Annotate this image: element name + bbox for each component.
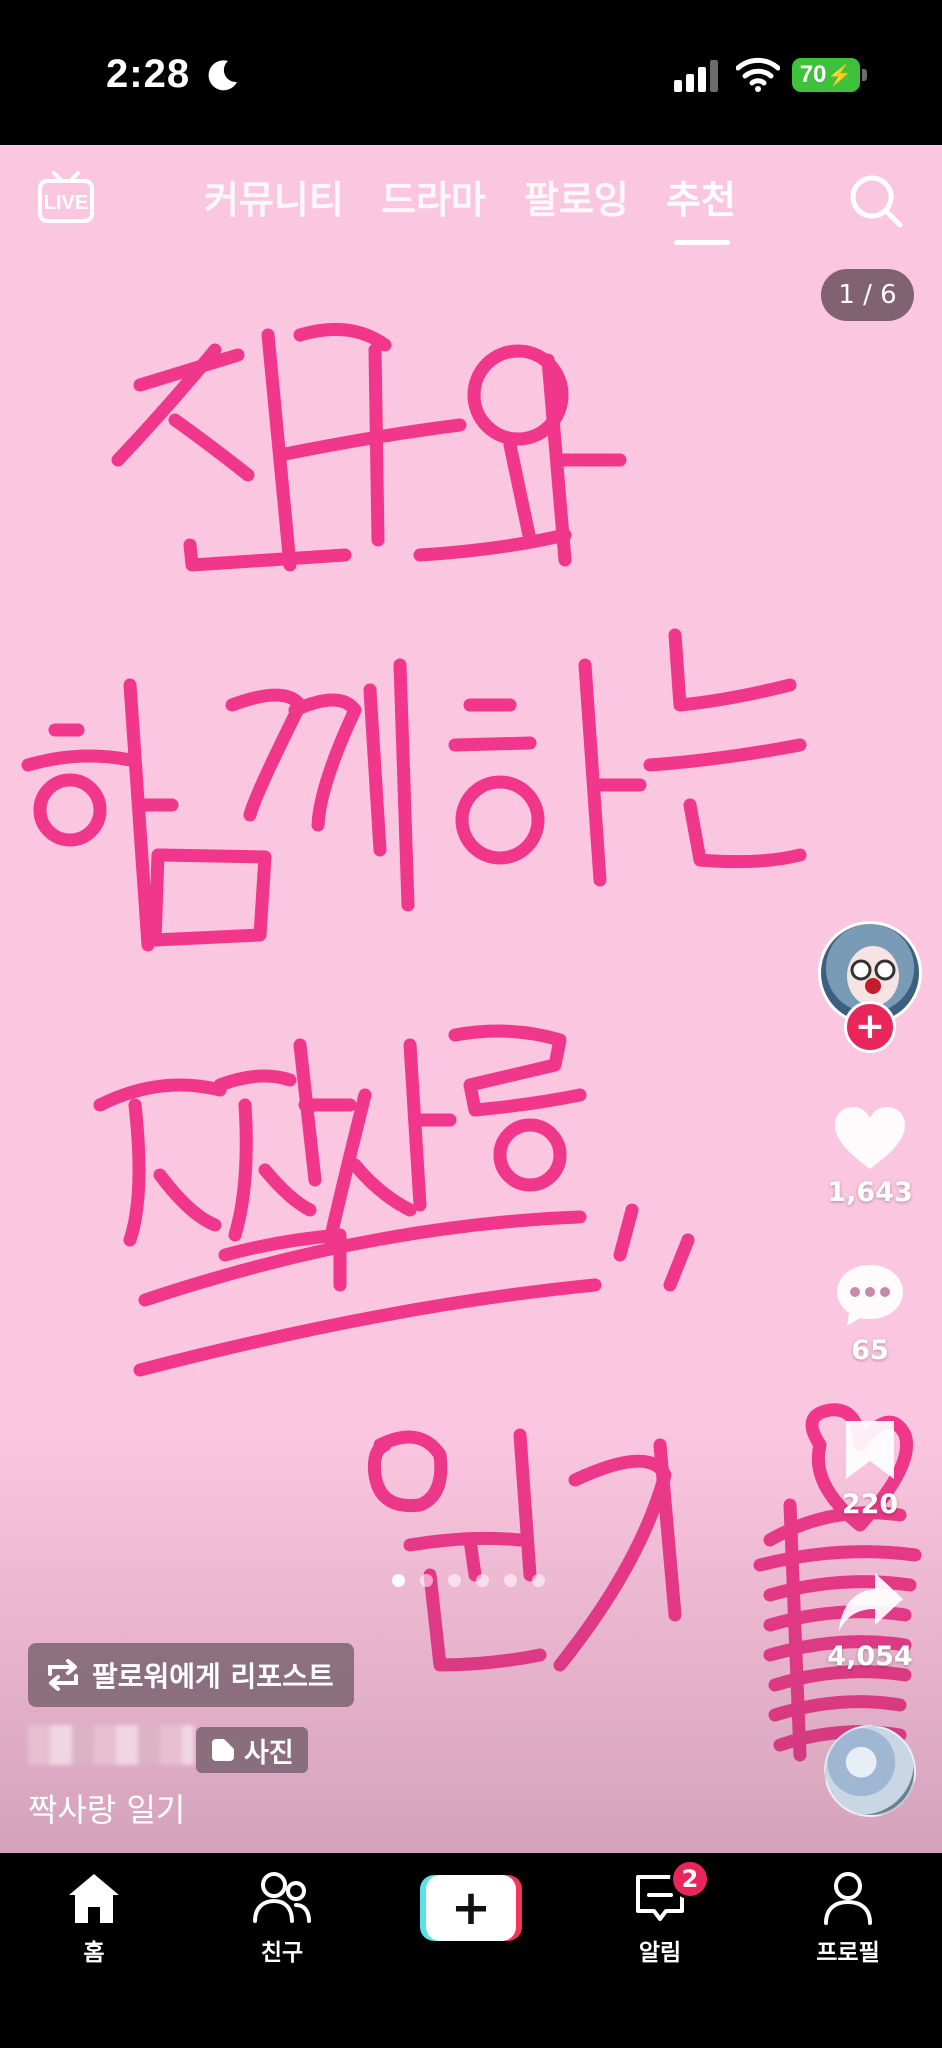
action-sidebar: + 1,643 65 220 4,054 bbox=[810, 145, 930, 1853]
create-post-button[interactable]: + bbox=[420, 1875, 522, 1941]
moon-icon bbox=[208, 60, 237, 91]
photo-post-view[interactable]: LIVE 커뮤니티 드라마 팔로잉 추천 1 / 6 + 1,643 65 22… bbox=[0, 145, 942, 1853]
battery-tip bbox=[862, 69, 867, 81]
like-count: 1,643 bbox=[827, 1177, 913, 1208]
repost-to-followers-button[interactable]: 팔로워에게 리포스트 bbox=[28, 1643, 354, 1707]
share-arrow-icon bbox=[839, 1573, 903, 1631]
plus-icon: + bbox=[426, 1875, 516, 1941]
photo-icon bbox=[212, 1739, 234, 1761]
nav-home-label: 홈 bbox=[83, 1940, 105, 1966]
comment-bubble-icon bbox=[837, 1265, 903, 1326]
share-count: 4,054 bbox=[827, 1641, 913, 1672]
photo-mode-badge: 사진 bbox=[196, 1727, 308, 1773]
top-nav: LIVE 커뮤니티 드라마 팔로잉 추천 bbox=[0, 145, 942, 255]
status-bar: 2:28 70 ⚡ bbox=[0, 0, 942, 145]
battery-indicator: 70 ⚡ bbox=[792, 58, 860, 92]
nav-friends-label: 친구 bbox=[260, 1940, 304, 1966]
nav-friends[interactable]: 친구 bbox=[222, 1871, 342, 1967]
tab-drama[interactable]: 드라마 bbox=[381, 169, 486, 224]
charging-bolt-icon: ⚡ bbox=[827, 64, 853, 87]
photo-badge-label: 사진 bbox=[244, 1737, 294, 1769]
profile-icon bbox=[824, 1872, 872, 1925]
heart-icon bbox=[835, 1107, 905, 1169]
nav-home[interactable]: 홈 bbox=[34, 1871, 154, 1967]
wifi-icon bbox=[736, 57, 780, 92]
nav-inbox-label: 알림 bbox=[638, 1940, 682, 1966]
follow-button[interactable]: + bbox=[844, 1001, 896, 1053]
photo-carousel-dots bbox=[392, 1574, 545, 1587]
inbox-notification-badge: 2 bbox=[670, 1859, 710, 1899]
carousel-dot-1[interactable] bbox=[392, 1574, 405, 1587]
post-caption[interactable]: 짝사랑 일기 bbox=[28, 1785, 185, 1831]
carousel-dot-6[interactable] bbox=[532, 1574, 545, 1587]
active-tab-indicator bbox=[674, 240, 730, 245]
tab-following[interactable]: 팔로잉 bbox=[524, 169, 629, 224]
friends-icon bbox=[253, 1872, 311, 1923]
carousel-dot-2[interactable] bbox=[420, 1574, 433, 1587]
repost-label: 팔로워에게 리포스트 bbox=[92, 1660, 334, 1693]
repost-icon bbox=[48, 1659, 78, 1691]
save-count: 220 bbox=[841, 1489, 899, 1520]
comment-button[interactable]: 65 bbox=[810, 1261, 930, 1366]
carousel-dot-5[interactable] bbox=[504, 1574, 517, 1587]
status-time: 2:28 bbox=[106, 52, 191, 96]
tab-community[interactable]: 커뮤니티 bbox=[204, 169, 344, 224]
share-button[interactable]: 4,054 bbox=[810, 1569, 930, 1672]
tab-for-you[interactable]: 추천 bbox=[666, 169, 736, 224]
carousel-dot-3[interactable] bbox=[448, 1574, 461, 1587]
battery-level: 70 bbox=[799, 61, 827, 88]
creator-username-blurred[interactable] bbox=[28, 1725, 194, 1765]
carousel-dot-4[interactable] bbox=[476, 1574, 489, 1587]
live-icon[interactable]: LIVE bbox=[36, 167, 96, 227]
like-button[interactable]: 1,643 bbox=[810, 1105, 930, 1208]
home-icon bbox=[69, 1874, 119, 1923]
save-button[interactable]: 220 bbox=[810, 1417, 930, 1520]
bookmark-icon bbox=[846, 1421, 894, 1479]
nav-profile[interactable]: 프로필 bbox=[788, 1871, 908, 1967]
svg-text:LIVE: LIVE bbox=[44, 192, 88, 214]
cellular-signal-icon bbox=[674, 60, 718, 92]
comment-count: 65 bbox=[851, 1335, 889, 1366]
nav-profile-label: 프로필 bbox=[816, 1940, 880, 1966]
bottom-nav: 홈 친구 + 알림 2 프로필 bbox=[0, 1853, 942, 2048]
sound-disc[interactable] bbox=[824, 1725, 916, 1817]
